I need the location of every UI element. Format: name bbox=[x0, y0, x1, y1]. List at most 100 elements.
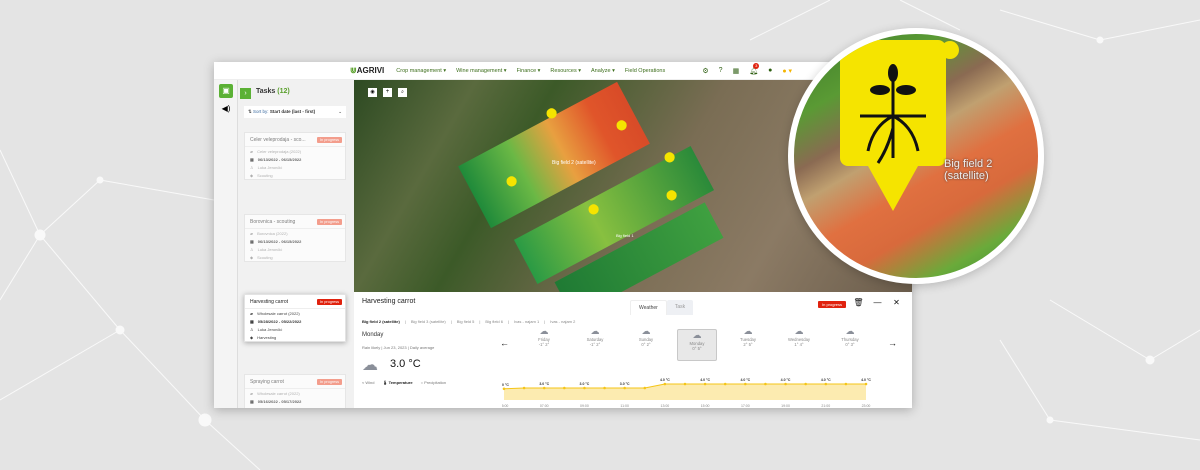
task-card[interactable]: Spraying carrot In progress ▰ Wholesale ca… bbox=[244, 374, 346, 408]
nav-field-operations[interactable]: Field Operations bbox=[625, 68, 665, 74]
cloud-icon: ☁ bbox=[641, 326, 651, 336]
bell-icon[interactable]: 🔔︎ 3 bbox=[749, 62, 760, 75]
task-card[interactable]: Borovnica - scouting In progress ▰ Borovni… bbox=[244, 214, 346, 262]
task-dates: 06/13/2022 - 06/15/2022 bbox=[257, 238, 302, 244]
forecast-day-wednesday[interactable]: ☁ Wednesday 1° 4° bbox=[779, 326, 819, 347]
add-tool-icon[interactable]: + bbox=[383, 88, 392, 97]
task-user: Luka Jerončić bbox=[257, 326, 283, 332]
field-tab[interactable]: Big field 5 bbox=[457, 319, 475, 324]
nav-wine-management[interactable]: Wine management ▾ bbox=[456, 68, 506, 74]
task-card[interactable]: Celer veleprodaja - sco... In progress ▰ C… bbox=[244, 132, 346, 180]
folder-icon: ▰ bbox=[250, 390, 254, 396]
forecast-day-thursday[interactable]: ☁ Thursday 0° 3° bbox=[830, 326, 870, 347]
data-label: 3.0 °C bbox=[580, 382, 590, 386]
cloud-icon: ☁ bbox=[539, 326, 549, 336]
expand-panel-button[interactable]: › bbox=[240, 88, 251, 99]
field-tab[interactable]: Big field 3 (satellite) bbox=[411, 319, 446, 324]
map-field-label: Big field 2 (satellite) bbox=[552, 160, 596, 166]
task-user: Luka Jerončić bbox=[258, 407, 283, 409]
tasks-count: (12) bbox=[277, 88, 290, 95]
field-tab[interactable]: Big field 2 (satellite) bbox=[362, 319, 400, 324]
calendar-icon[interactable]: ▦ bbox=[733, 67, 740, 75]
forecast-day-saturday[interactable]: ☁ Saturday -1° 2° bbox=[575, 326, 615, 347]
selected-day: Monday bbox=[362, 332, 384, 338]
map-pin-icon[interactable]: ⬤ bbox=[666, 190, 677, 201]
folder-icon: ▰ bbox=[250, 310, 254, 316]
search-tool-icon[interactable]: ⌕ bbox=[398, 88, 407, 97]
status-badge: In progress bbox=[317, 218, 342, 225]
map-pin-icon[interactable]: ⬤ bbox=[664, 152, 675, 163]
forecast-day-friday[interactable]: ☁ Friday -1° 2° bbox=[524, 326, 564, 347]
forecast-day-sunday[interactable]: ☁ Sunday 0° 2° bbox=[626, 326, 666, 347]
map-pin-icon[interactable]: ⬤ bbox=[588, 204, 599, 215]
forecast-day-monday[interactable]: ☁ Monday 0° 5° bbox=[677, 329, 717, 361]
task-detail-panel: Harvesting carrot Weather Task In progre… bbox=[354, 292, 912, 408]
folder-icon: ▰ bbox=[250, 148, 254, 154]
nav-analyze[interactable]: Analyze ▾ bbox=[591, 68, 615, 74]
task-title: Harvesting carrot bbox=[362, 298, 416, 305]
agrivi-logo[interactable]: ⋓AGRIVI bbox=[350, 66, 384, 75]
eye-tool-icon[interactable]: ◉ bbox=[368, 88, 377, 97]
task-type: Scouting bbox=[257, 254, 273, 260]
tag-icon: ◆ bbox=[250, 172, 254, 178]
temperature-area bbox=[504, 384, 866, 400]
temperature-point bbox=[864, 382, 868, 386]
nav-resources[interactable]: Resources ▾ bbox=[550, 68, 581, 74]
map-pin-icon[interactable]: ⬤ bbox=[506, 176, 517, 187]
folder-icon: ▰ bbox=[250, 230, 254, 236]
rain-cloud-icon: ☁ bbox=[362, 357, 378, 374]
help-icon[interactable]: ? bbox=[719, 67, 723, 75]
temperature-point bbox=[502, 387, 506, 391]
x-tick-label: 05:00 bbox=[502, 404, 508, 408]
close-button[interactable]: ✕ bbox=[890, 296, 903, 309]
field-tab[interactable]: Big field 6 bbox=[485, 319, 503, 324]
user-icon: ♙ bbox=[250, 164, 254, 170]
nav-crop-management[interactable]: Crop management ▾ bbox=[396, 68, 446, 74]
metric-temperature[interactable]: 🌡︎ Temperature bbox=[382, 380, 412, 385]
task-type: Scouting bbox=[257, 172, 273, 178]
delete-icon[interactable]: 🗑︎ bbox=[852, 296, 865, 309]
next-arrow-icon[interactable]: → bbox=[888, 338, 897, 348]
task-card[interactable]: Harvesting carrot In progress ▰ Wholesale … bbox=[244, 294, 346, 342]
brand-name: AGRIVI bbox=[356, 66, 385, 75]
temperature-point bbox=[603, 386, 606, 390]
user-icon: ♙ bbox=[250, 326, 254, 332]
left-rail: ▣ ◀) bbox=[214, 80, 238, 408]
minimize-button[interactable]: — bbox=[871, 296, 884, 309]
task-type: Harvesting bbox=[257, 334, 277, 340]
temperature-point bbox=[663, 382, 667, 386]
task-plan: Wholesale carrot (2022) bbox=[257, 390, 300, 396]
status-badge: In progress bbox=[317, 298, 342, 305]
chat-icon[interactable]: ● bbox=[768, 67, 772, 75]
user-menu-icon[interactable]: ● ▾ bbox=[782, 67, 792, 75]
data-label: 3.0 °C bbox=[502, 383, 509, 387]
map-pin-icon[interactable]: ⬤ bbox=[546, 108, 557, 119]
gear-icon[interactable]: ⚙ bbox=[702, 67, 708, 75]
map-pin-icon[interactable]: ⬤ bbox=[616, 120, 627, 131]
field-tab[interactable]: Ivas - najam 2 bbox=[550, 319, 575, 324]
tab-weather[interactable]: Weather bbox=[630, 300, 667, 315]
tasks-rail-icon[interactable]: ▣ bbox=[219, 84, 233, 98]
temperature-point bbox=[784, 382, 787, 386]
tab-task[interactable]: Task bbox=[666, 300, 694, 315]
temperature-point bbox=[723, 382, 727, 386]
data-label: 4.0 °C bbox=[861, 378, 871, 382]
status-badge: In progress bbox=[818, 301, 847, 308]
temperature-point bbox=[542, 386, 546, 390]
cloud-icon: ☁ bbox=[845, 326, 855, 336]
temperature-point bbox=[744, 382, 747, 386]
field-tab[interactable]: Ivas - najam 1 bbox=[514, 319, 539, 324]
prev-arrow-icon[interactable]: ← bbox=[500, 338, 509, 348]
sort-dropdown[interactable]: ⇅ Sort by: Start date (last - first) ⌄ bbox=[244, 106, 346, 118]
field-tabs: Big field 2 (satellite) | Big field 3 (sa… bbox=[362, 319, 576, 324]
temperature-point bbox=[703, 382, 707, 386]
x-tick-label: 15:00 bbox=[701, 404, 710, 408]
nav-finance[interactable]: Finance ▾ bbox=[517, 68, 541, 74]
temperature-point bbox=[824, 382, 828, 386]
forecast-day-tuesday[interactable]: ☁ Tuesday 2° 5° bbox=[728, 326, 768, 347]
x-tick-label: 17:00 bbox=[741, 404, 750, 408]
sound-rail-icon[interactable]: ◀) bbox=[219, 102, 233, 116]
metric-precipitation[interactable]: ○ Precipitation bbox=[421, 380, 447, 385]
magnified-field-label: Big field 2 (satellite) bbox=[944, 158, 993, 182]
metric-wind[interactable]: ≈ Wind bbox=[362, 380, 374, 385]
